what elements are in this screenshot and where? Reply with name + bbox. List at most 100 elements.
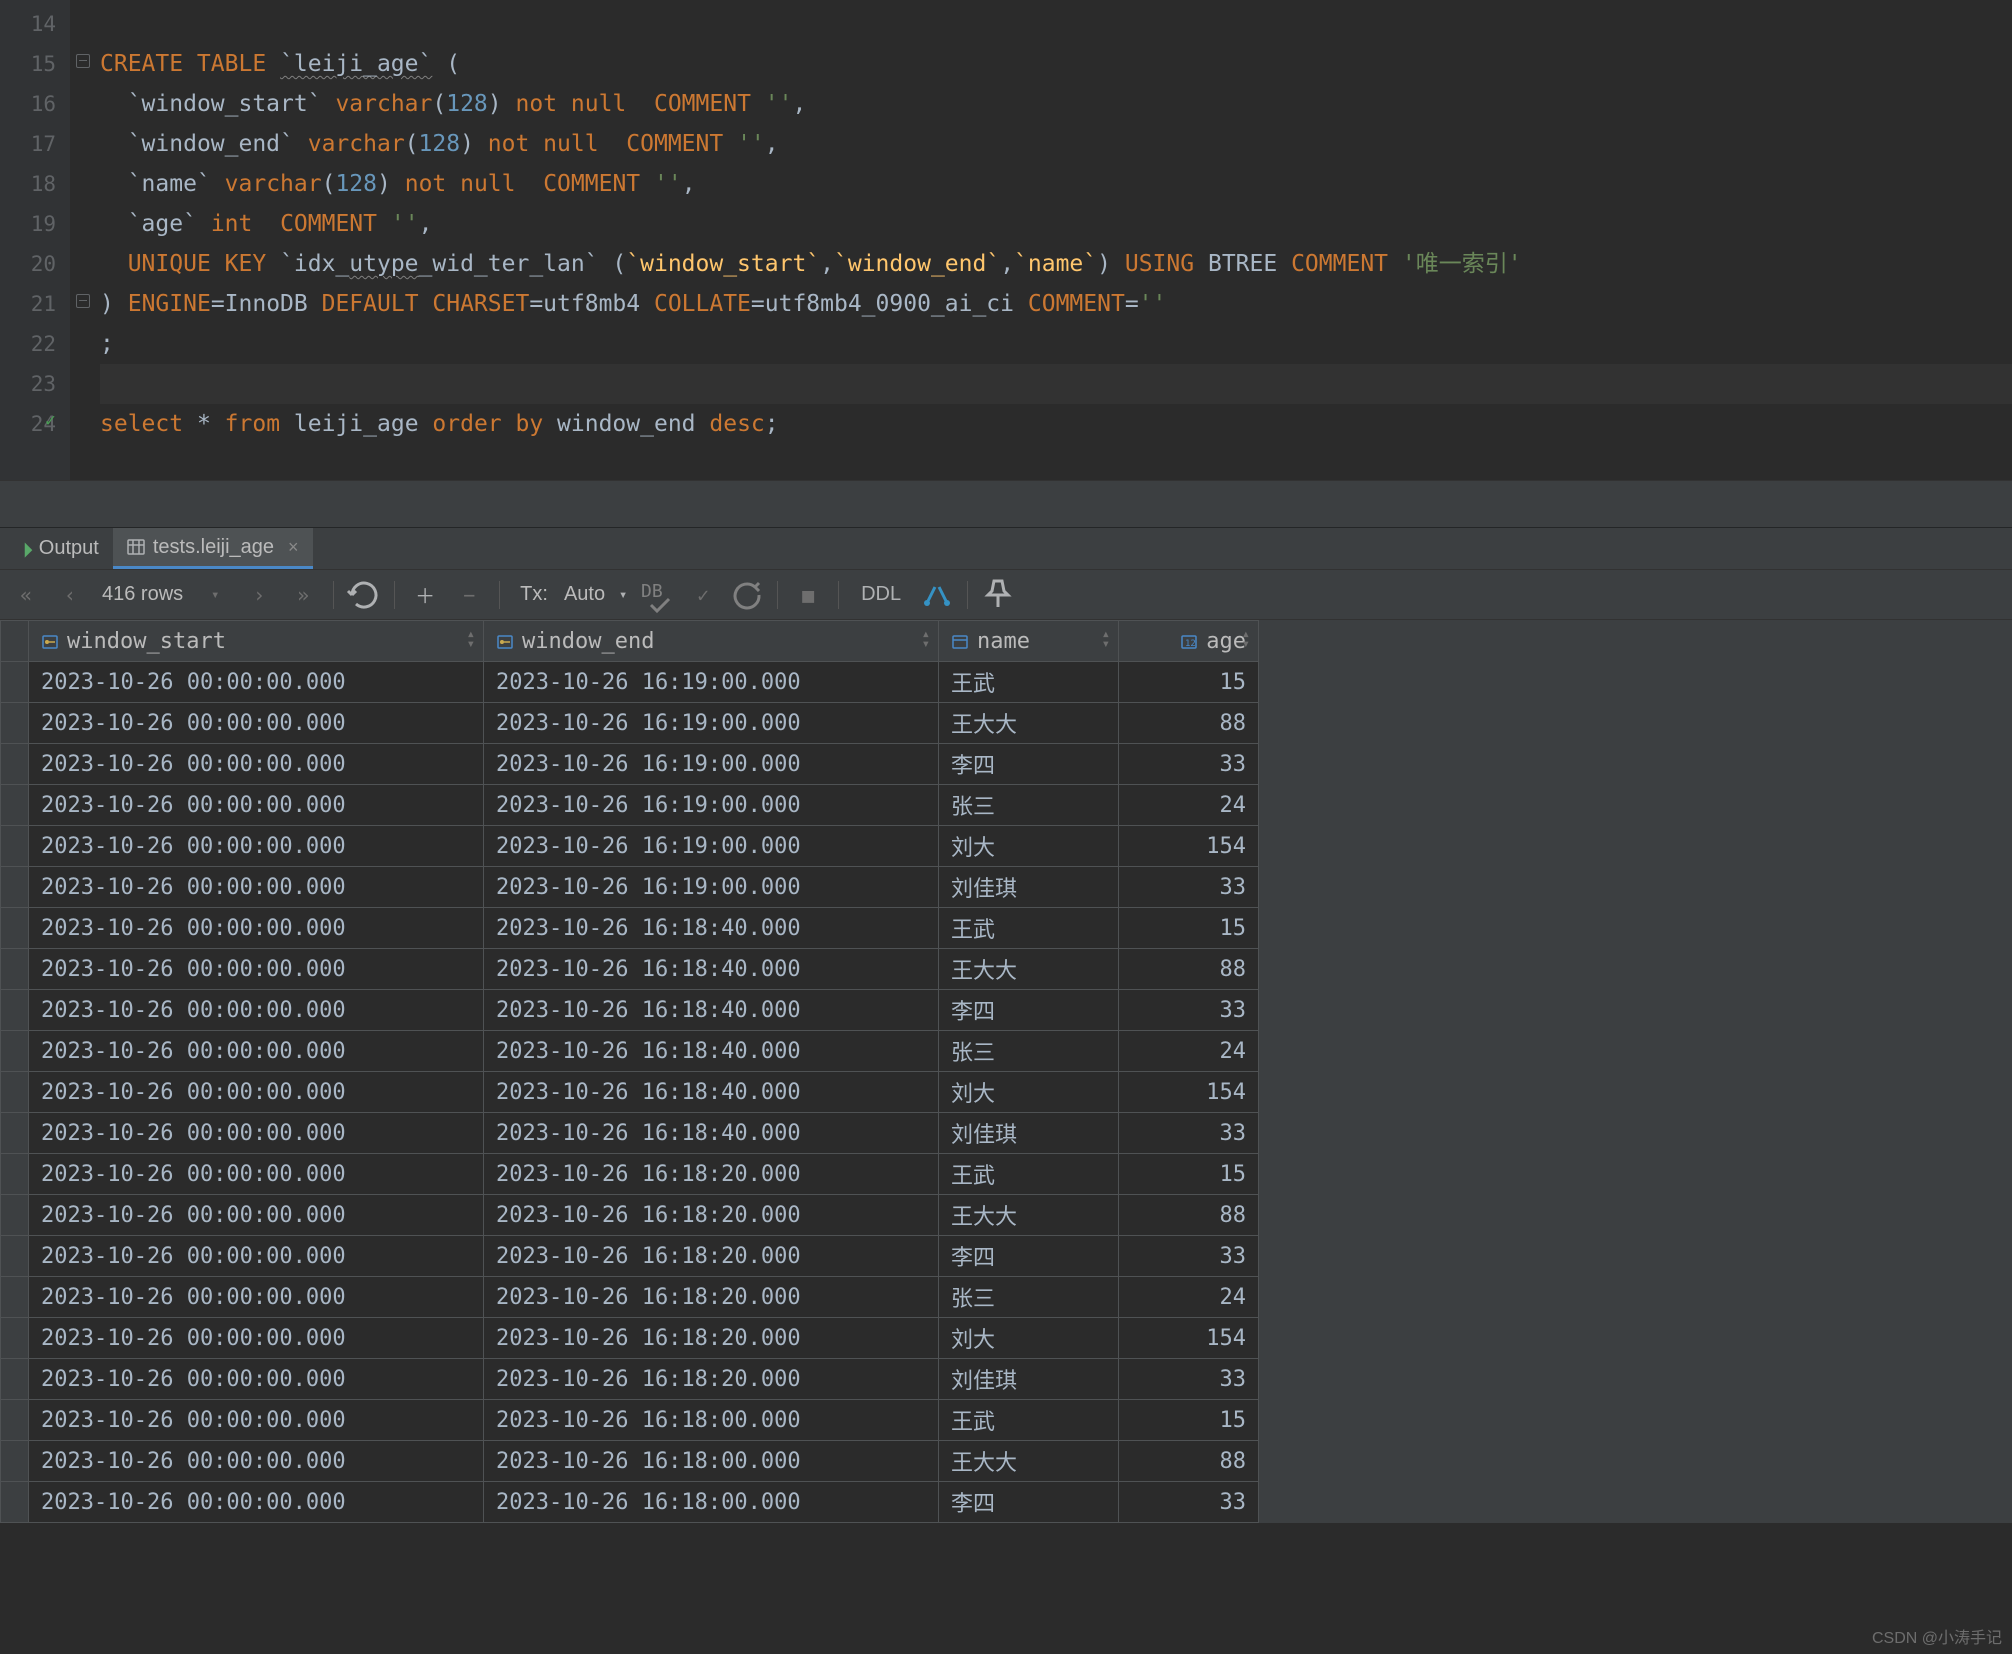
tab-result-table[interactable]: tests.leiji_age × xyxy=(113,528,313,569)
cell-window_end[interactable]: 2023-10-26 16:18:00.000 xyxy=(484,1441,939,1482)
commit-button[interactable]: DB xyxy=(639,575,679,615)
cell-window_end[interactable]: 2023-10-26 16:19:00.000 xyxy=(484,662,939,703)
cell-window_end[interactable]: 2023-10-26 16:19:00.000 xyxy=(484,744,939,785)
cell-age[interactable]: 24 xyxy=(1119,785,1259,826)
cell-window_start[interactable]: 2023-10-26 00:00:00.000 xyxy=(29,1195,484,1236)
cell-window_start[interactable]: 2023-10-26 00:00:00.000 xyxy=(29,1113,484,1154)
code-line[interactable]: `name` varchar(128) not null COMMENT '', xyxy=(100,164,2012,204)
cell-age[interactable]: 154 xyxy=(1119,1318,1259,1359)
table-row[interactable]: 2023-10-26 00:00:00.0002023-10-26 16:19:… xyxy=(1,662,1259,703)
cell-name[interactable]: 张三 xyxy=(939,1031,1119,1072)
cell-window_start[interactable]: 2023-10-26 00:00:00.000 xyxy=(29,1236,484,1277)
cell-window_end[interactable]: 2023-10-26 16:18:40.000 xyxy=(484,990,939,1031)
table-row[interactable]: 2023-10-26 00:00:00.0002023-10-26 16:18:… xyxy=(1,1031,1259,1072)
cell-age[interactable]: 24 xyxy=(1119,1031,1259,1072)
editor-fold-column[interactable] xyxy=(70,0,100,480)
cell-age[interactable]: 33 xyxy=(1119,1236,1259,1277)
cell-name[interactable]: 王大大 xyxy=(939,1441,1119,1482)
sort-icon[interactable]: ▴▾ xyxy=(1102,629,1110,649)
close-icon[interactable]: × xyxy=(288,537,299,558)
table-row[interactable]: 2023-10-26 00:00:00.0002023-10-26 16:18:… xyxy=(1,1236,1259,1277)
pin-button[interactable] xyxy=(978,575,1018,615)
result-grid[interactable]: window_start▴▾window_end▴▾name▴▾12age▴▾ … xyxy=(0,620,2012,1523)
code-line[interactable] xyxy=(100,364,2012,404)
cell-name[interactable]: 刘佳琪 xyxy=(939,1359,1119,1400)
reload-button[interactable] xyxy=(344,575,384,615)
cell-window_start[interactable]: 2023-10-26 00:00:00.000 xyxy=(29,1359,484,1400)
table-row[interactable]: 2023-10-26 00:00:00.0002023-10-26 16:18:… xyxy=(1,990,1259,1031)
cell-window_end[interactable]: 2023-10-26 16:18:00.000 xyxy=(484,1482,939,1523)
cell-window_end[interactable]: 2023-10-26 16:18:20.000 xyxy=(484,1277,939,1318)
cell-name[interactable]: 李四 xyxy=(939,1482,1119,1523)
cell-window_start[interactable]: 2023-10-26 00:00:00.000 xyxy=(29,1400,484,1441)
tx-dropdown-button[interactable]: ▾ xyxy=(611,575,635,615)
cell-window_start[interactable]: 2023-10-26 00:00:00.000 xyxy=(29,1031,484,1072)
cell-window_end[interactable]: 2023-10-26 16:18:20.000 xyxy=(484,1154,939,1195)
cell-age[interactable]: 88 xyxy=(1119,1441,1259,1482)
cell-name[interactable]: 张三 xyxy=(939,785,1119,826)
submit-button[interactable]: ✓ xyxy=(683,575,723,615)
tx-mode[interactable]: Auto xyxy=(554,583,607,606)
cell-name[interactable]: 刘大 xyxy=(939,1318,1119,1359)
cell-window_end[interactable]: 2023-10-26 16:18:40.000 xyxy=(484,1113,939,1154)
cell-name[interactable]: 刘大 xyxy=(939,826,1119,867)
table-row[interactable]: 2023-10-26 00:00:00.0002023-10-26 16:18:… xyxy=(1,1482,1259,1523)
table-row[interactable]: 2023-10-26 00:00:00.0002023-10-26 16:18:… xyxy=(1,1441,1259,1482)
table-row[interactable]: 2023-10-26 00:00:00.0002023-10-26 16:19:… xyxy=(1,867,1259,908)
cell-name[interactable]: 刘佳琪 xyxy=(939,1113,1119,1154)
cell-window_start[interactable]: 2023-10-26 00:00:00.000 xyxy=(29,1482,484,1523)
sql-editor[interactable]: 14151617181920212223✓24 CREATE TABLE `le… xyxy=(0,0,2012,480)
cell-window_start[interactable]: 2023-10-26 00:00:00.000 xyxy=(29,990,484,1031)
prev-page-button[interactable]: ‹ xyxy=(50,575,90,615)
cell-age[interactable]: 33 xyxy=(1119,1113,1259,1154)
table-row[interactable]: 2023-10-26 00:00:00.0002023-10-26 16:18:… xyxy=(1,908,1259,949)
column-header-name[interactable]: name▴▾ xyxy=(939,621,1119,662)
next-page-button[interactable]: › xyxy=(239,575,279,615)
fold-handle[interactable] xyxy=(76,294,90,308)
table-row[interactable]: 2023-10-26 00:00:00.0002023-10-26 16:19:… xyxy=(1,703,1259,744)
first-page-button[interactable]: « xyxy=(6,575,46,615)
tab-output[interactable]: Output xyxy=(6,528,113,569)
cell-name[interactable]: 王武 xyxy=(939,662,1119,703)
cell-window_start[interactable]: 2023-10-26 00:00:00.000 xyxy=(29,826,484,867)
code-line[interactable]: ) ENGINE=InnoDB DEFAULT CHARSET=utf8mb4 … xyxy=(100,284,2012,324)
cell-age[interactable]: 33 xyxy=(1119,1359,1259,1400)
cell-window_end[interactable]: 2023-10-26 16:18:40.000 xyxy=(484,1031,939,1072)
column-header-window_end[interactable]: window_end▴▾ xyxy=(484,621,939,662)
cell-name[interactable]: 王武 xyxy=(939,1400,1119,1441)
cell-window_end[interactable]: 2023-10-26 16:18:20.000 xyxy=(484,1318,939,1359)
code-line[interactable]: ; xyxy=(100,324,2012,364)
cell-name[interactable]: 王大大 xyxy=(939,703,1119,744)
cell-age[interactable]: 15 xyxy=(1119,1400,1259,1441)
cell-age[interactable]: 88 xyxy=(1119,1195,1259,1236)
code-line[interactable]: `window_start` varchar(128) not null COM… xyxy=(100,84,2012,124)
column-header-window_start[interactable]: window_start▴▾ xyxy=(29,621,484,662)
code-line[interactable]: CREATE TABLE `leiji_age` ( xyxy=(100,44,2012,84)
cell-age[interactable]: 33 xyxy=(1119,744,1259,785)
cell-window_end[interactable]: 2023-10-26 16:19:00.000 xyxy=(484,703,939,744)
code-line[interactable]: `age` int COMMENT '', xyxy=(100,204,2012,244)
cell-name[interactable]: 李四 xyxy=(939,744,1119,785)
sort-icon[interactable]: ▴▾ xyxy=(922,629,930,649)
cell-window_start[interactable]: 2023-10-26 00:00:00.000 xyxy=(29,867,484,908)
table-row[interactable]: 2023-10-26 00:00:00.0002023-10-26 16:18:… xyxy=(1,949,1259,990)
cell-age[interactable]: 15 xyxy=(1119,1154,1259,1195)
cell-window_end[interactable]: 2023-10-26 16:18:40.000 xyxy=(484,949,939,990)
cell-age[interactable]: 33 xyxy=(1119,990,1259,1031)
table-row[interactable]: 2023-10-26 00:00:00.0002023-10-26 16:18:… xyxy=(1,1400,1259,1441)
cell-window_end[interactable]: 2023-10-26 16:18:20.000 xyxy=(484,1195,939,1236)
cell-name[interactable]: 王大大 xyxy=(939,949,1119,990)
table-row[interactable]: 2023-10-26 00:00:00.0002023-10-26 16:19:… xyxy=(1,744,1259,785)
table-row[interactable]: 2023-10-26 00:00:00.0002023-10-26 16:18:… xyxy=(1,1154,1259,1195)
tool-window-separator[interactable] xyxy=(0,480,2012,528)
cell-name[interactable]: 王大大 xyxy=(939,1195,1119,1236)
table-row[interactable]: 2023-10-26 00:00:00.0002023-10-26 16:18:… xyxy=(1,1359,1259,1400)
cell-window_end[interactable]: 2023-10-26 16:18:20.000 xyxy=(484,1359,939,1400)
code-line[interactable]: `window_end` varchar(128) not null COMME… xyxy=(100,124,2012,164)
cell-name[interactable]: 王武 xyxy=(939,908,1119,949)
table-row[interactable]: 2023-10-26 00:00:00.0002023-10-26 16:19:… xyxy=(1,785,1259,826)
code-line[interactable]: select * from leiji_age order by window_… xyxy=(100,404,2012,444)
row-count-label[interactable]: 416 rows xyxy=(94,583,191,606)
column-header-age[interactable]: 12age▴▾ xyxy=(1119,621,1259,662)
cell-window_end[interactable]: 2023-10-26 16:18:40.000 xyxy=(484,1072,939,1113)
